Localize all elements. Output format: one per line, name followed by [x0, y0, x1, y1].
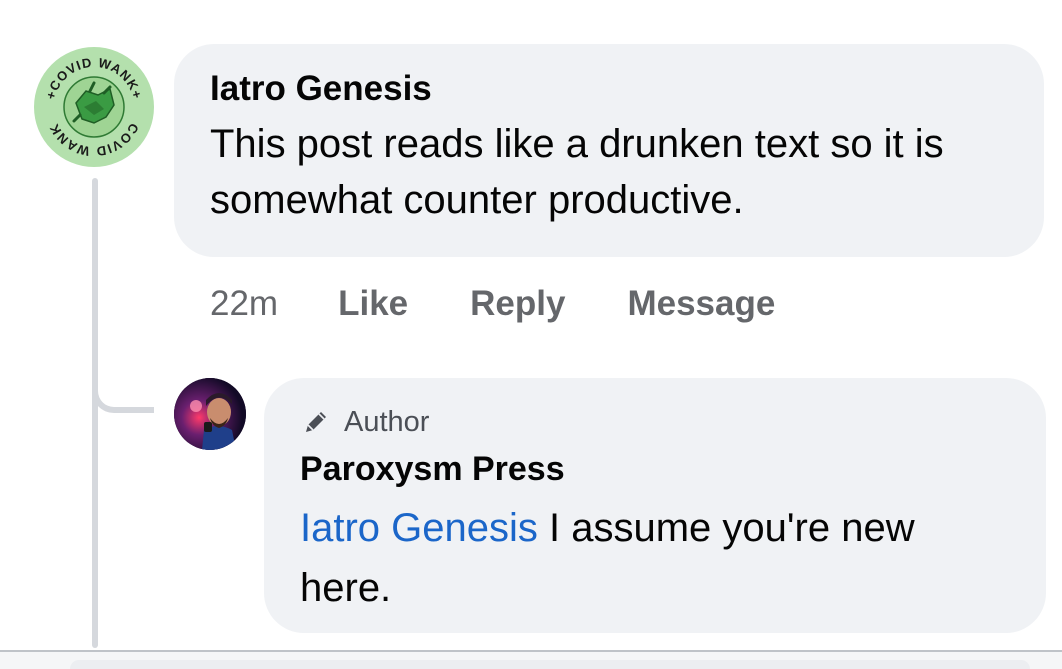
reply-bubble[interactable]: Author Paroxysm Press Iatro Genesis I as… — [264, 378, 1046, 633]
comment-thread: +COVID WANK+ COVID WANK Iatro Genesis Th… — [0, 0, 1062, 669]
reply-button[interactable]: Reply — [470, 284, 565, 324]
comment-timestamp[interactable]: 22m — [210, 284, 278, 324]
pencil-icon — [306, 412, 326, 432]
comment-composer-edge[interactable] — [70, 660, 1030, 669]
reply-text: Iatro Genesis I assume you're new here. — [300, 498, 1000, 618]
profile-photo-icon — [174, 378, 246, 450]
thread-connector-line — [92, 178, 98, 648]
reply-author-avatar[interactable] — [174, 378, 246, 450]
comment-bubble[interactable]: Iatro Genesis This post reads like a dru… — [174, 44, 1044, 257]
covid-wank-logo-icon: +COVID WANK+ COVID WANK — [36, 49, 152, 165]
comment-text: This post reads like a drunken text so i… — [210, 122, 944, 222]
author-badge-label: Author — [344, 405, 430, 438]
mention-link[interactable]: Iatro Genesis — [300, 506, 538, 550]
author-badge: Author — [300, 402, 1010, 442]
commenter-name[interactable]: Iatro Genesis — [210, 68, 1008, 110]
reply-author-name[interactable]: Paroxysm Press — [300, 448, 1010, 490]
commenter-avatar[interactable]: +COVID WANK+ COVID WANK — [34, 47, 154, 167]
comment-actions: 22m Like Reply Message — [210, 282, 837, 326]
like-button[interactable]: Like — [338, 284, 408, 324]
thread-connector-elbow — [92, 355, 154, 413]
message-button[interactable]: Message — [627, 284, 775, 324]
